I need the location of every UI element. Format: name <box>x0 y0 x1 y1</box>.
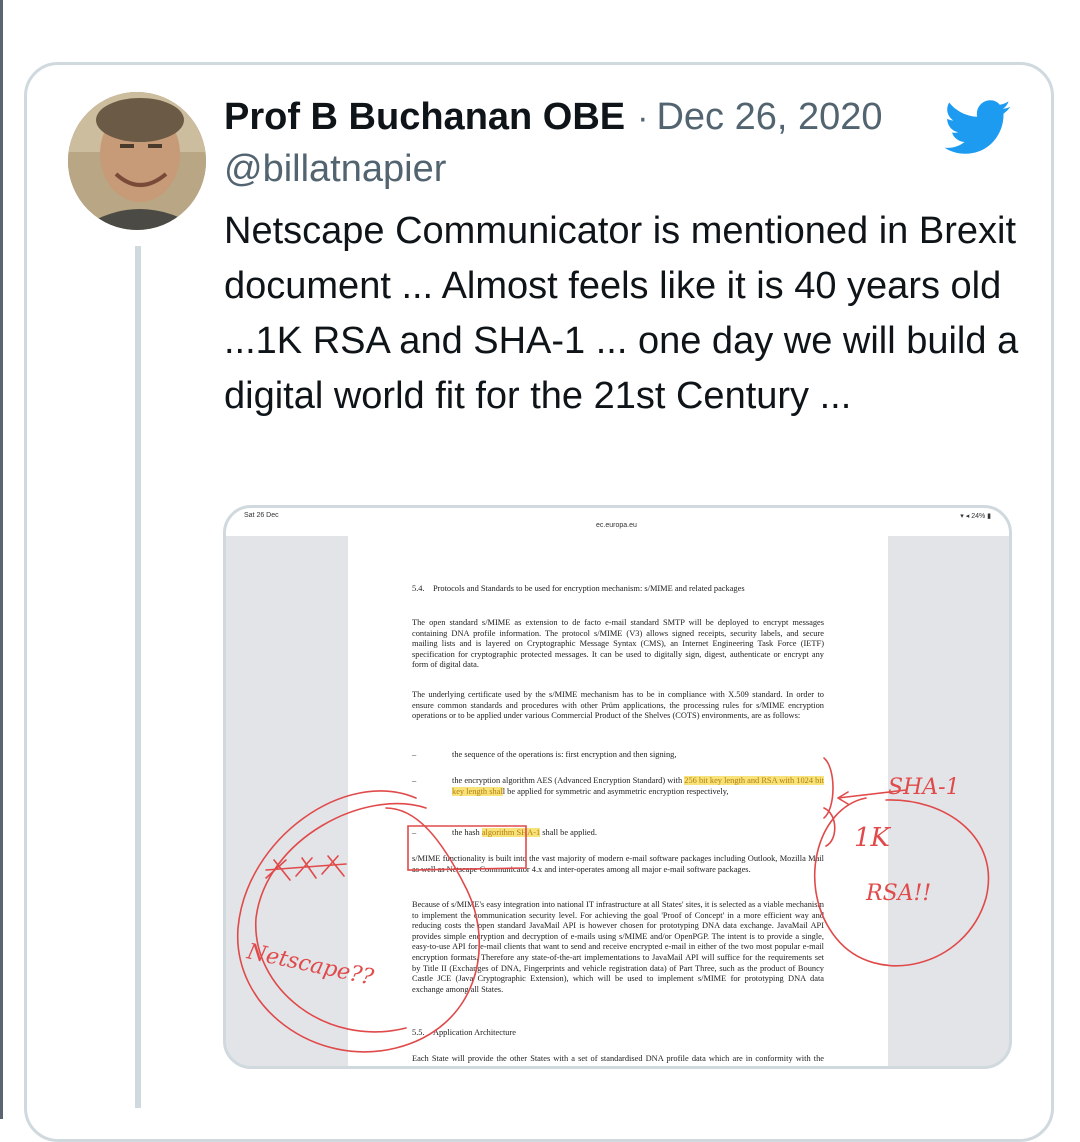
user-handle[interactable]: @billatnapier <box>224 148 446 191</box>
doc-dash-3: – <box>412 828 417 837</box>
doc-paragraph-1: The open standard s/MIME as extension to… <box>412 618 824 670</box>
doc-bullet-3-pre: the hash <box>452 828 482 837</box>
tweet-text: Netscape Communicator is mentioned in Br… <box>224 210 1019 417</box>
doc-paragraph-5: Each State will provide the other States… <box>412 1054 824 1066</box>
doc-paragraph-3: s/MIME functionality is built into the v… <box>412 854 824 874</box>
tweet-media-image[interactable]: Sat 26 Dec ec.europa.eu ▾ ◂ 24% ▮ 5.4. P… <box>223 505 1012 1069</box>
document-page: 5.4. Protocols and Standards to be used … <box>348 536 888 1066</box>
doc-dash-2: – <box>412 776 417 785</box>
doc-bullet-2-post: l be applied for symmetric and asymmetri… <box>502 786 729 796</box>
avatar-photo <box>68 92 206 230</box>
battery-level: 24% <box>971 513 986 520</box>
doc-dash-1: – <box>412 750 417 759</box>
doc-heading-2: 5.5. Application Architecture <box>412 1028 516 1037</box>
separator-dot: · <box>637 99 649 137</box>
doc-bullet-3-post: shall be applied. <box>540 828 597 837</box>
doc-bullet-2-pre: the encryption algorithm AES (Advanced E… <box>452 776 685 785</box>
thread-line <box>135 246 141 1108</box>
twitter-bird-icon[interactable] <box>944 100 1012 156</box>
doc-highlight-sha1: algorithm SHA-1 <box>481 828 541 837</box>
status-battery: ▾ ◂ 24% ▮ <box>960 513 991 520</box>
doc-heading: 5.4. Protocols and Standards to be used … <box>412 584 745 593</box>
doc-paragraph-4: Because of s/MIME's easy integration int… <box>412 900 824 994</box>
status-url: ec.europa.eu <box>596 522 637 529</box>
status-time: Sat 26 Dec <box>244 512 279 519</box>
display-name[interactable]: Prof B Buchanan OBE <box>224 96 625 138</box>
doc-bullet-3: the hash algorithm SHA-1 shall be applie… <box>452 828 824 839</box>
doc-paragraph-2: The underlying certificate used by the s… <box>412 690 824 721</box>
avatar[interactable] <box>68 92 206 230</box>
device-status-bar: Sat 26 Dec ec.europa.eu ▾ ◂ 24% ▮ <box>226 508 1009 536</box>
doc-bullet-2: the encryption algorithm AES (Advanced E… <box>452 776 824 797</box>
annotation-sha1: SHA-1 <box>888 775 960 800</box>
tweet-date[interactable]: Dec 26, 2020 <box>656 96 882 138</box>
left-scribble-mark <box>265 855 347 881</box>
left-edge-border <box>0 0 3 1119</box>
tweet-header: Prof B Buchanan OBE · Dec 26, 2020 <box>224 96 883 146</box>
doc-bullet-1: the sequence of the operations is: first… <box>452 750 677 759</box>
